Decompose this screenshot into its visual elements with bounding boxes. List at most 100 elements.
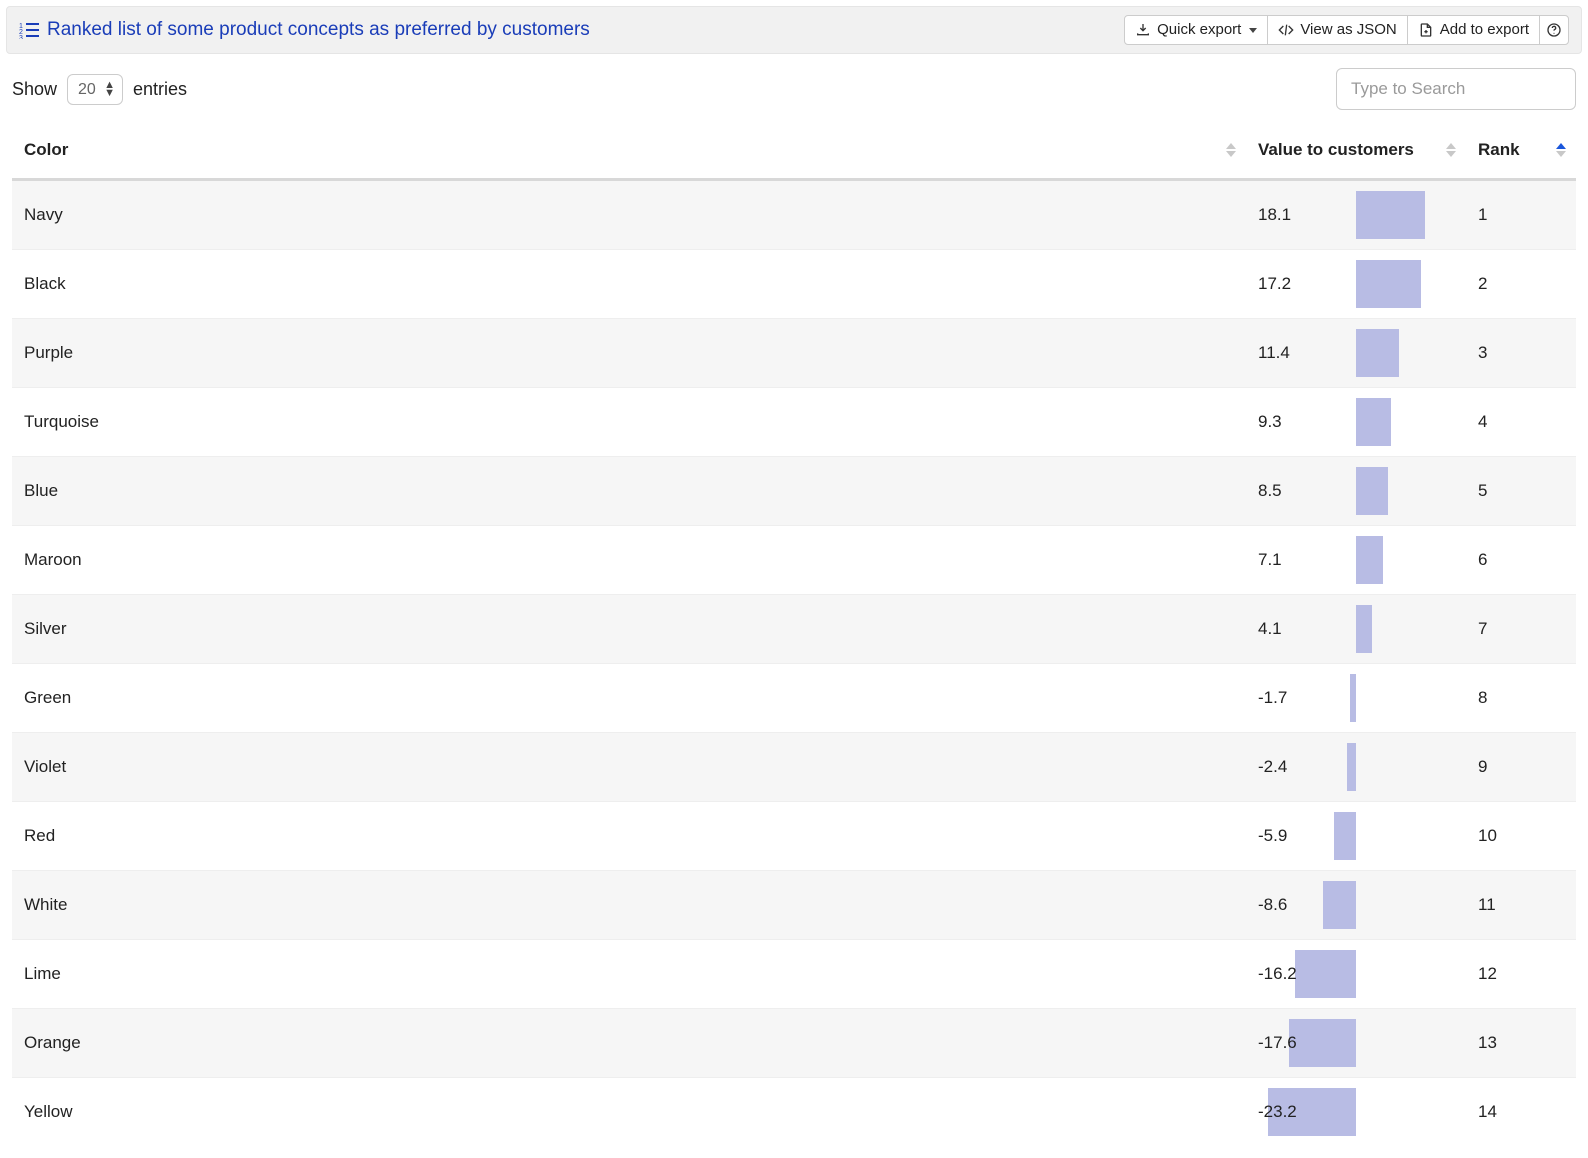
cell-rank: 12 (1466, 940, 1576, 1009)
cell-value-text: 18.1 (1258, 205, 1291, 224)
cell-value: -8.6 (1246, 871, 1466, 940)
download-icon (1135, 22, 1151, 38)
chevron-down-icon (1249, 28, 1257, 33)
table-row: Orange -17.6 13 (12, 1009, 1576, 1078)
cell-value: 9.3 (1246, 388, 1466, 457)
cell-value-text: -23.2 (1258, 1102, 1297, 1121)
cell-rank: 13 (1466, 1009, 1576, 1078)
cell-value: -23.2 (1246, 1078, 1466, 1147)
table-row: Navy 18.1 1 (12, 180, 1576, 250)
column-header-color[interactable]: Color (12, 122, 1246, 180)
quick-export-button[interactable]: Quick export (1124, 15, 1268, 45)
cell-value: -17.6 (1246, 1009, 1466, 1078)
view-json-label: View as JSON (1300, 20, 1396, 40)
table-row: Lime-16.212 (12, 940, 1576, 1009)
add-export-button[interactable]: Add to export (1407, 15, 1540, 45)
value-bar (1347, 743, 1356, 791)
help-button[interactable] (1539, 15, 1569, 45)
cell-value-text: -17.6 (1258, 1033, 1297, 1052)
add-file-icon (1418, 22, 1434, 38)
cell-value: 8.5 (1246, 457, 1466, 526)
value-bar (1356, 260, 1421, 308)
svg-text:3: 3 (19, 35, 23, 39)
cell-value-text: 8.5 (1258, 481, 1282, 500)
show-label-pre: Show (12, 79, 57, 100)
table-row: Black17.22 (12, 250, 1576, 319)
cell-value: 18.1 (1246, 180, 1466, 250)
search-input[interactable] (1336, 68, 1576, 110)
value-bar (1350, 674, 1356, 722)
cell-color: Orange (12, 1009, 1246, 1078)
cell-rank: 6 (1466, 526, 1576, 595)
cell-color: Navy (12, 180, 1246, 250)
sort-icon (1446, 143, 1456, 157)
value-bar (1289, 1019, 1356, 1067)
value-bar (1356, 191, 1425, 239)
view-json-button[interactable]: View as JSON (1267, 15, 1407, 45)
cell-color: Silver (12, 595, 1246, 664)
code-icon (1278, 22, 1294, 38)
cell-value: 4.1 (1246, 595, 1466, 664)
page-title: Ranked list of some product concepts as … (47, 19, 590, 41)
table-controls: Show 20 ▲▼ entries (0, 54, 1588, 118)
table-row: Violet -2.4 9 (12, 733, 1576, 802)
value-bar (1356, 536, 1383, 584)
cell-color: Green (12, 664, 1246, 733)
cell-color: Violet (12, 733, 1246, 802)
cell-rank: 11 (1466, 871, 1576, 940)
value-bar (1323, 881, 1356, 929)
value-bar (1356, 605, 1372, 653)
cell-color: Blue (12, 457, 1246, 526)
quick-export-label: Quick export (1157, 20, 1241, 40)
sort-icon (1226, 143, 1236, 157)
cell-color: Red (12, 802, 1246, 871)
cell-value-text: -5.9 (1258, 826, 1287, 845)
table-row: Blue8.55 (12, 457, 1576, 526)
column-header-rank-label: Rank (1478, 140, 1520, 159)
cell-value: 11.4 (1246, 319, 1466, 388)
table-row: Red -5.9 10 (12, 802, 1576, 871)
cell-color: Turquoise (12, 388, 1246, 457)
sort-icon (1556, 143, 1566, 157)
cell-color: Yellow (12, 1078, 1246, 1147)
table-row: Yellow-23.214 (12, 1078, 1576, 1147)
table-row: Turquoise 9.3 4 (12, 388, 1576, 457)
cell-value-text: -2.4 (1258, 757, 1287, 776)
cell-value: 7.1 (1246, 526, 1466, 595)
cell-value-text: 9.3 (1258, 412, 1282, 431)
value-bar (1334, 812, 1356, 860)
data-table: Color Value to customers Rank Navy18.11B… (12, 122, 1576, 1146)
cell-value: 17.2 (1246, 250, 1466, 319)
cell-color: Maroon (12, 526, 1246, 595)
cell-color: Lime (12, 940, 1246, 1009)
table-row: White -8.6 11 (12, 871, 1576, 940)
column-header-value-label: Value to customers (1258, 140, 1414, 159)
cell-rank: 7 (1466, 595, 1576, 664)
page-title-link[interactable]: 1 2 3 Ranked list of some product concep… (19, 19, 590, 41)
cell-rank: 4 (1466, 388, 1576, 457)
header-bar: 1 2 3 Ranked list of some product concep… (6, 6, 1582, 54)
table-row: Green-1.78 (12, 664, 1576, 733)
table-row: Maroon 7.1 6 (12, 526, 1576, 595)
column-header-value[interactable]: Value to customers (1246, 122, 1466, 180)
cell-value: -2.4 (1246, 733, 1466, 802)
cell-rank: 2 (1466, 250, 1576, 319)
table-row: Silver4.17 (12, 595, 1576, 664)
cell-color: Purple (12, 319, 1246, 388)
value-bar (1356, 398, 1391, 446)
help-icon (1546, 22, 1562, 38)
cell-color: Black (12, 250, 1246, 319)
cell-color: White (12, 871, 1246, 940)
entries-select[interactable]: 20 (67, 74, 123, 105)
add-export-label: Add to export (1440, 20, 1529, 40)
cell-rank: 1 (1466, 180, 1576, 250)
cell-rank: 9 (1466, 733, 1576, 802)
show-label-post: entries (133, 79, 187, 100)
cell-value-text: -8.6 (1258, 895, 1287, 914)
cell-value-text: 7.1 (1258, 550, 1282, 569)
cell-value: -1.7 (1246, 664, 1466, 733)
column-header-rank[interactable]: Rank (1466, 122, 1576, 180)
column-header-color-label: Color (24, 140, 68, 159)
cell-rank: 10 (1466, 802, 1576, 871)
cell-value: -5.9 (1246, 802, 1466, 871)
